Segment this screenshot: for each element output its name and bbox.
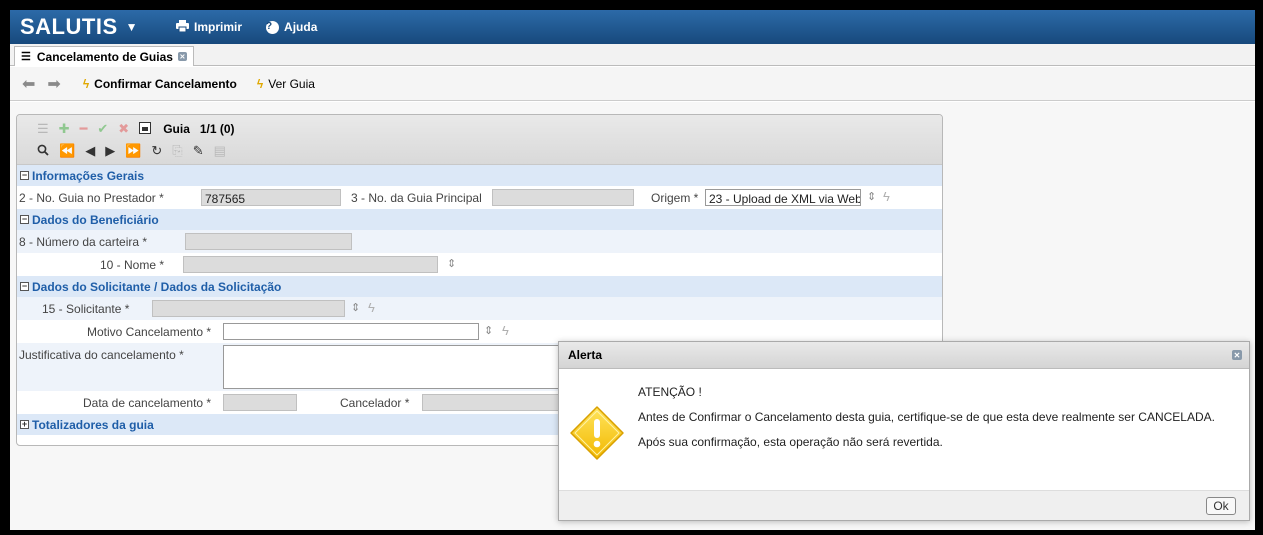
field-label: Motivo Cancelamento * xyxy=(87,325,212,339)
spinner-icon[interactable]: ⇕ xyxy=(484,324,493,337)
expand-icon[interactable]: + xyxy=(20,420,29,429)
form-row: 15 - Solicitante * ⇕ ϟ xyxy=(17,297,942,320)
field-label: 2 - No. Guia no Prestador * xyxy=(19,191,164,205)
field-label: Origem * xyxy=(651,191,699,205)
cancel-icon[interactable]: ✖ xyxy=(118,121,129,137)
section-title: Dados do Solicitante / Dados da Solicita… xyxy=(32,279,282,294)
check-icon[interactable]: ✔ xyxy=(97,121,108,137)
first-record-icon[interactable]: ⏪ xyxy=(59,143,75,159)
printer-icon xyxy=(176,19,190,35)
help-button[interactable]: ? Ajuda xyxy=(266,20,317,34)
origem-select[interactable]: 23 - Upload de XML via Web Saúde xyxy=(705,189,861,206)
alert-dialog: Alerta ✕ ATENÇÃO ! Antes de Confirmar o … xyxy=(558,341,1250,521)
form-row: 2 - No. Guia no Prestador * 787565 3 - N… xyxy=(17,186,942,209)
collapse-icon[interactable]: − xyxy=(20,282,29,291)
search-icon[interactable] xyxy=(37,144,49,159)
close-tab-icon[interactable]: ✕ xyxy=(177,52,187,61)
collapse-icon[interactable]: − xyxy=(20,171,29,180)
tools-icon[interactable]: ✎ xyxy=(193,143,204,159)
chevron-down-icon: ▼ xyxy=(125,20,139,34)
app-window: SALUTIS ▼ Imprimir ? Ajuda ☰ Cancelament… xyxy=(10,10,1255,530)
report-icon[interactable]: ▤ xyxy=(214,143,226,159)
data-cancelamento-input[interactable] xyxy=(223,394,297,411)
list-icon: ☰ xyxy=(21,51,31,63)
spinner-icon[interactable]: ⇕ xyxy=(447,257,456,270)
add-icon[interactable]: ✚ xyxy=(59,121,70,137)
form-view-icon[interactable] xyxy=(139,121,152,137)
field-label: 15 - Solicitante * xyxy=(42,302,130,316)
form-row: 8 - Número da carteira * xyxy=(17,230,942,253)
next-record-icon[interactable]: ▶ xyxy=(105,143,115,159)
tab-bar: ☰ Cancelamento de Guias ✕ xyxy=(10,44,1255,66)
lightning-icon[interactable]: ϟ xyxy=(502,323,509,338)
guia-prestador-input[interactable]: 787565 xyxy=(201,189,341,206)
field-label: 3 - No. da Guia Principal xyxy=(351,191,482,205)
tab-cancelamento-de-guias[interactable]: ☰ Cancelamento de Guias ✕ xyxy=(14,46,194,66)
form-row: 10 - Nome * ⇕ xyxy=(17,253,942,276)
lightning-icon[interactable]: ϟ xyxy=(368,300,375,315)
dialog-title: Alerta xyxy=(568,348,603,362)
dialog-body: Antes de Confirmar o Cancelamento desta … xyxy=(638,410,1215,424)
lightning-icon: ϟ xyxy=(82,76,90,91)
action-toolbar: ⬅ ➡ ϟ Confirmar Cancelamento ϟ Ver Guia xyxy=(10,67,1255,101)
spinner-icon[interactable]: ⇕ xyxy=(867,190,876,203)
field-label: Cancelador * xyxy=(340,396,410,410)
print-label: Imprimir xyxy=(194,20,243,34)
refresh-icon[interactable]: ↻ xyxy=(151,143,162,159)
dialog-footer: Ok xyxy=(559,490,1249,520)
last-record-icon[interactable]: ⏩ xyxy=(125,143,141,159)
warning-icon xyxy=(569,405,625,464)
dialog-heading: ATENÇÃO ! xyxy=(638,385,702,399)
view-guide-button[interactable]: ϟ Ver Guia xyxy=(257,77,315,91)
field-label: Justificativa do cancelamento * xyxy=(19,348,184,362)
confirm-cancel-button[interactable]: ϟ Confirmar Cancelamento xyxy=(83,77,237,91)
spinner-icon[interactable]: ⇕ xyxy=(351,301,360,314)
back-arrow-icon[interactable]: ⬅ xyxy=(22,74,35,94)
dialog-note: Após sua confirmação, esta operação não … xyxy=(638,435,943,449)
remove-icon[interactable]: ━ xyxy=(80,121,88,137)
grid-toolbar: ☰ ✚ ━ ✔ ✖ Guia 1/1 (0) ⏪ ◀ ▶ ⏩ ↻ ⎘ ✎ ▤ xyxy=(17,115,942,165)
list-icon[interactable]: ☰ xyxy=(37,121,49,137)
help-icon: ? xyxy=(266,20,280,34)
dialog-header: Alerta ✕ xyxy=(559,342,1249,369)
collapse-icon[interactable]: − xyxy=(20,215,29,224)
carteira-input[interactable] xyxy=(185,233,352,250)
section-title: Informações Gerais xyxy=(32,168,145,183)
field-label: 8 - Número da carteira * xyxy=(19,235,148,249)
section-dados-solicitante[interactable]: − Dados do Solicitante / Dados da Solici… xyxy=(17,276,942,297)
nome-input[interactable] xyxy=(183,256,438,273)
motivo-select[interactable] xyxy=(223,323,479,340)
previous-record-icon[interactable]: ◀ xyxy=(85,143,95,159)
confirm-cancel-label: Confirmar Cancelamento xyxy=(94,76,237,91)
section-informacoes-gerais[interactable]: − Informações Gerais xyxy=(17,165,942,186)
section-title: Dados do Beneficiário xyxy=(32,212,159,227)
ok-button[interactable]: Ok xyxy=(1206,497,1236,515)
dialog-message: ATENÇÃO ! Antes de Confirmar o Cancelame… xyxy=(638,385,1228,460)
close-icon[interactable]: ✕ xyxy=(1232,350,1242,360)
solicitante-input[interactable] xyxy=(152,300,345,317)
view-guide-label: Ver Guia xyxy=(268,76,315,91)
field-label: Data de cancelamento * xyxy=(83,396,212,410)
top-navigation-bar: SALUTIS ▼ Imprimir ? Ajuda xyxy=(10,10,1255,44)
lightning-icon[interactable]: ϟ xyxy=(883,189,890,204)
print-button[interactable]: Imprimir xyxy=(176,19,243,35)
export-icon[interactable]: ⎘ xyxy=(172,143,182,159)
lightning-icon: ϟ xyxy=(256,76,264,91)
field-label: 10 - Nome * xyxy=(100,258,165,272)
brand-menu[interactable]: SALUTIS ▼ xyxy=(20,14,138,40)
grid-record-count: 1/1 (0) xyxy=(199,122,235,136)
guia-principal-input[interactable] xyxy=(492,189,634,206)
brand-logo: SALUTIS xyxy=(20,14,118,39)
tab-label: Cancelamento de Guias xyxy=(36,49,173,64)
grid-title: Guia xyxy=(163,122,190,136)
section-dados-beneficiario[interactable]: − Dados do Beneficiário xyxy=(17,209,942,230)
section-title: Totalizadores da guia xyxy=(32,417,154,432)
help-label: Ajuda xyxy=(284,20,318,34)
form-row: Motivo Cancelamento * ⇕ ϟ xyxy=(17,320,942,343)
forward-arrow-icon[interactable]: ➡ xyxy=(47,74,60,94)
